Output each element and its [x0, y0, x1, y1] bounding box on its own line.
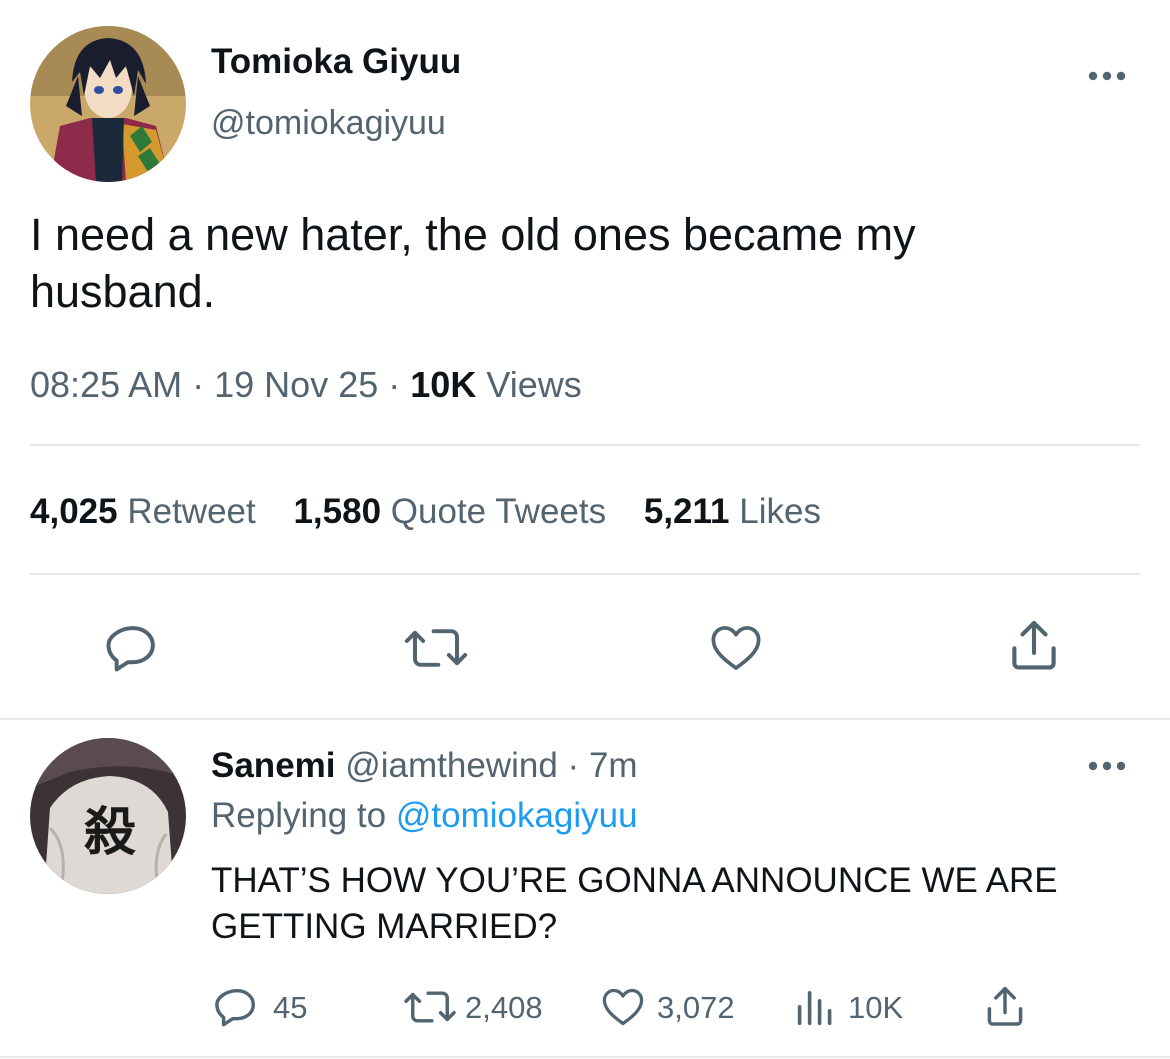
more-options-icon[interactable]: [1087, 68, 1127, 84]
reply-icon: [215, 988, 256, 1027]
reply-like-count: 3,072: [657, 990, 735, 1025]
reply-retweet-button[interactable]: [400, 984, 460, 1030]
share-icon: [987, 986, 1023, 1026]
reply-time[interactable]: 7m: [589, 746, 638, 785]
reply-view-count: 10K: [848, 990, 904, 1025]
reply-reply-button[interactable]: [212, 984, 262, 1030]
reply-views-button[interactable]: [790, 984, 836, 1030]
views-label: Views: [486, 364, 582, 405]
like-icon: [711, 626, 761, 670]
author-name[interactable]: Tomioka Giyuu: [211, 42, 461, 82]
retweet-icon: [404, 991, 456, 1023]
quotes-stat[interactable]: 1,580 Quote Tweets: [293, 492, 615, 531]
views-count[interactable]: 10K: [410, 364, 476, 405]
reply-separator: ·: [567, 746, 580, 785]
reply-share-button[interactable]: [980, 982, 1030, 1032]
tweet-text: I need a new hater, the old ones became …: [30, 209, 916, 317]
retweet-icon: [404, 629, 468, 667]
reply-author-avatar[interactable]: 殺: [30, 738, 186, 894]
replying-to: Replying to @tomiokagiyuu: [211, 796, 638, 836]
views-icon: [797, 991, 832, 1025]
reply-author-name[interactable]: Sanemi: [211, 746, 336, 785]
meta-separator: ·: [388, 364, 401, 405]
retweet-button[interactable]: [400, 618, 472, 678]
retweets-stat[interactable]: 4,025 Retweet: [30, 492, 265, 531]
author-avatar[interactable]: [30, 26, 186, 182]
quotes-label: Quote Tweets: [390, 492, 607, 531]
svg-text:殺: 殺: [84, 803, 136, 863]
retweets-label: Retweet: [127, 492, 256, 531]
replying-to-label: Replying to: [211, 796, 387, 835]
meta-separator: ·: [192, 364, 205, 405]
tweet-date[interactable]: 19 Nov 25: [214, 364, 378, 405]
quotes-count: 1,580: [293, 492, 382, 531]
reply-reply-count: 45: [273, 990, 308, 1025]
reply-text-line: GETTING MARRIED?: [211, 907, 558, 946]
reply-author-handle[interactable]: @iamthewind: [345, 746, 558, 785]
share-button[interactable]: [1003, 614, 1065, 678]
share-icon: [1012, 620, 1056, 670]
anime-boy-avatar-icon: [30, 26, 186, 182]
author-handle[interactable]: @tomiokagiyuu: [211, 104, 446, 143]
reply-like-button[interactable]: [598, 984, 648, 1030]
tweet-time[interactable]: 08:25 AM: [30, 364, 182, 405]
tweet-stats: 4,025 Retweet 1,580 Quote Tweets 5,211 L…: [30, 492, 821, 532]
reply-text: THAT’S HOW YOU’RE GONNA ANNOUNCE WE ARE …: [211, 858, 1058, 950]
replying-to-handle[interactable]: @tomiokagiyuu: [396, 796, 638, 835]
reply-button[interactable]: [103, 618, 163, 678]
likes-label: Likes: [739, 492, 821, 531]
like-icon: [602, 988, 644, 1026]
tweet-meta: 08:25 AM · 19 Nov 25 · 10K Views: [30, 364, 582, 406]
reply-header: Sanemi @iamthewind · 7m: [211, 746, 638, 786]
likes-count: 5,211: [643, 492, 730, 531]
kanji-jacket-avatar-icon: 殺: [30, 738, 186, 894]
divider: [30, 444, 1140, 446]
like-button[interactable]: [705, 618, 767, 678]
divider: [30, 573, 1140, 575]
retweets-count: 4,025: [30, 492, 118, 531]
reply-icon: [106, 626, 155, 672]
reply-retweet-count: 2,408: [465, 990, 543, 1025]
reply-text-line: THAT’S HOW YOU’RE GONNA ANNOUNCE WE ARE: [211, 861, 1058, 900]
divider: [0, 718, 1170, 720]
likes-stat[interactable]: 5,211 Likes: [644, 492, 821, 531]
reply-more-options-icon[interactable]: [1087, 758, 1127, 774]
divider: [0, 1056, 1170, 1058]
